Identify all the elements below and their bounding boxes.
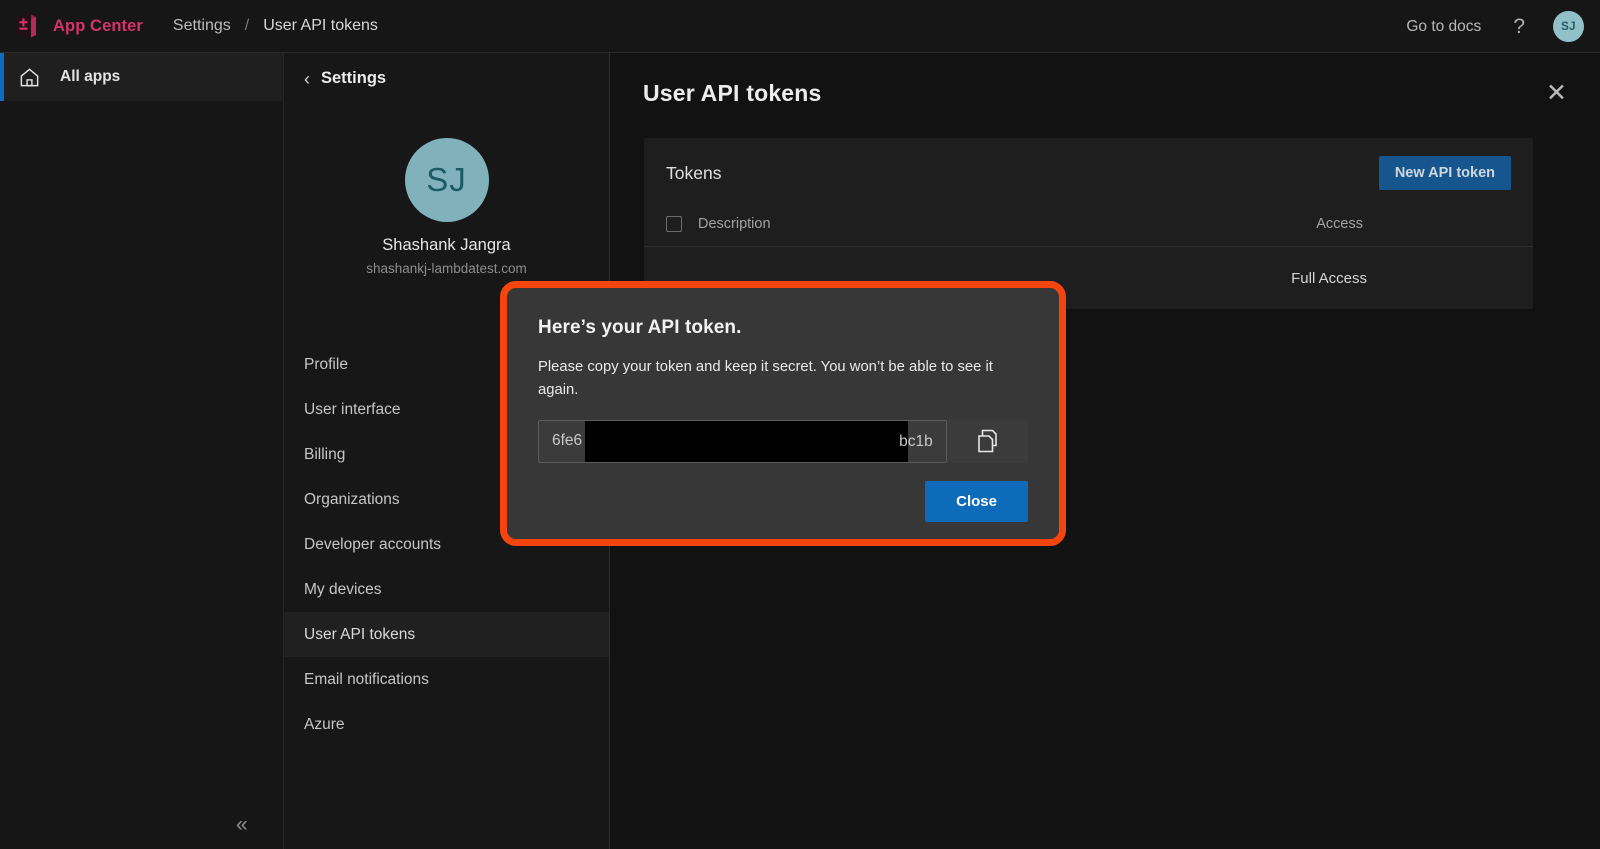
question-mark-icon[interactable]: ?	[1513, 16, 1525, 37]
selection-accent-bar	[0, 53, 4, 101]
settings-panel-header[interactable]: ‹ Settings	[284, 53, 609, 88]
main-header: User API tokens ✕	[610, 53, 1600, 107]
breadcrumb-separator: /	[245, 17, 249, 35]
breadcrumb-current[interactable]: User API tokens	[263, 17, 378, 35]
api-token-dialog: Here’s your API token. Please copy your …	[500, 281, 1066, 546]
sidebar-item-email-notifications[interactable]: Email notifications	[284, 657, 609, 702]
profile-email: shashankj-lambdatest.com	[284, 261, 609, 276]
left-rail: All apps «	[0, 53, 284, 849]
api-token-input[interactable]: 6fe6 bc1b	[538, 420, 947, 463]
tokens-card-header: Tokens New API token	[644, 138, 1533, 208]
profile-avatar[interactable]: SJ	[405, 138, 489, 222]
copy-token-button[interactable]	[947, 420, 1028, 463]
brand-label[interactable]: App Center	[53, 17, 143, 36]
column-header-access: Access	[1316, 216, 1363, 232]
profile-name: Shashank Jangra	[284, 236, 609, 255]
top-bar: App Center Settings / User API tokens Go…	[0, 0, 1600, 53]
breadcrumb-settings[interactable]: Settings	[173, 17, 231, 35]
page-title: User API tokens	[643, 80, 822, 107]
cell-access: Full Access	[1291, 270, 1367, 287]
sidebar-item-all-apps[interactable]: All apps	[0, 53, 283, 101]
close-dialog-button[interactable]: Close	[925, 481, 1028, 522]
settings-panel-title: Settings	[321, 69, 386, 88]
top-bar-right: Go to docs ? SJ	[1406, 0, 1600, 53]
tokens-table-header: Description Access	[644, 208, 1533, 247]
tokens-card-title: Tokens	[666, 163, 721, 184]
home-icon	[18, 66, 41, 89]
dialog-body: Here’s your API token. Please copy your …	[507, 288, 1059, 463]
dialog-actions: Close	[507, 463, 1059, 522]
token-prefix: 6fe6	[552, 432, 582, 450]
sidebar-item-user-api-tokens[interactable]: User API tokens	[284, 612, 609, 657]
profile-block: SJ Shashank Jangra shashankj-lambdatest.…	[284, 138, 609, 276]
sidebar-item-azure[interactable]: Azure	[284, 702, 609, 747]
token-suffix: bc1b	[899, 421, 933, 463]
token-row: 6fe6 bc1b	[538, 420, 1028, 463]
app-center-logo-icon[interactable]	[0, 0, 53, 53]
select-all-checkbox[interactable]	[666, 216, 682, 232]
breadcrumb: Settings / User API tokens	[173, 17, 378, 35]
column-header-description: Description	[698, 216, 771, 232]
dialog-title: Here’s your API token.	[538, 317, 1028, 339]
chevron-left-icon[interactable]: ‹	[304, 70, 310, 88]
avatar[interactable]: SJ	[1553, 11, 1584, 42]
dialog-message: Please copy your token and keep it secre…	[538, 356, 1028, 402]
chevron-double-left-icon[interactable]: «	[236, 814, 248, 835]
go-to-docs-link[interactable]: Go to docs	[1406, 18, 1481, 36]
sidebar-item-label: All apps	[60, 68, 120, 86]
new-api-token-button[interactable]: New API token	[1379, 156, 1511, 190]
token-redaction-bar	[585, 421, 908, 463]
close-icon[interactable]: ✕	[1546, 81, 1567, 106]
app-root: App Center Settings / User API tokens Go…	[0, 0, 1600, 849]
sidebar-item-my-devices[interactable]: My devices	[284, 567, 609, 612]
copy-icon	[975, 428, 1000, 455]
